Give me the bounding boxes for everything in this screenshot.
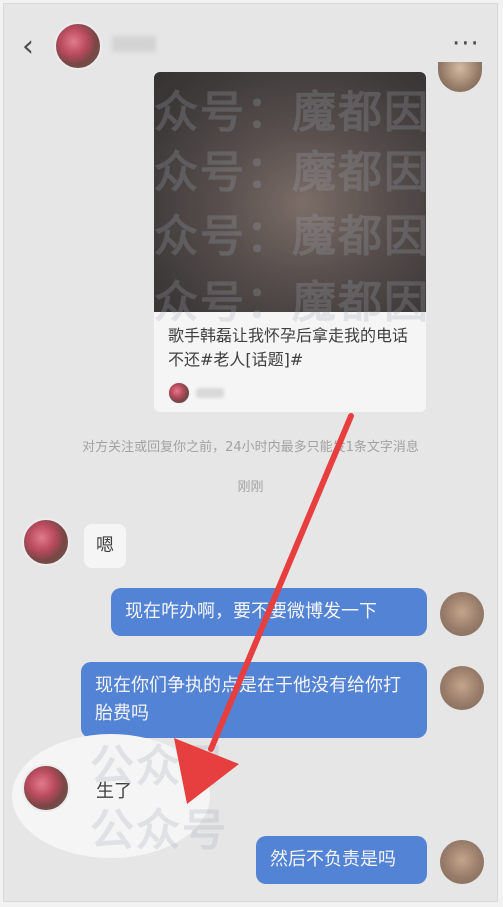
chat-screen: ‹ ··· 歌手韩磊让我怀孕后拿走我的电话不还#老人[话题]# 对方关注或回复你… [3, 3, 498, 902]
contact-avatar[interactable] [54, 22, 102, 70]
message-bubble-outgoing: 现在你们争执的点是在于他没有给你打胎费吗 [81, 662, 427, 738]
message-limit-notice: 对方关注或回复你之前，24小时内最多只能发1条文字消息 [82, 440, 419, 455]
timestamp: 刚刚 [237, 480, 264, 495]
post-author-name-blurred [196, 388, 224, 398]
message-bubble-incoming: 嗯 [84, 524, 126, 568]
post-author-avatar [168, 382, 190, 404]
contact-avatar[interactable] [22, 518, 70, 566]
contact-avatar[interactable] [22, 764, 70, 812]
back-icon[interactable]: ‹ [22, 32, 44, 62]
more-options-icon[interactable]: ··· [452, 31, 480, 57]
shared-post-card[interactable]: 歌手韩磊让我怀孕后拿走我的电话不还#老人[话题]# [154, 72, 426, 412]
post-cover-image [154, 72, 426, 312]
self-avatar[interactable] [438, 62, 482, 92]
self-avatar[interactable] [440, 592, 484, 636]
self-avatar[interactable] [440, 666, 484, 710]
message-bubble-outgoing: 然后不负责是吗 [256, 836, 427, 884]
contact-name-blurred [112, 36, 156, 52]
message-bubble-outgoing: 现在咋办啊，要不要微博发一下 [111, 588, 427, 636]
self-avatar[interactable] [440, 840, 484, 884]
message-bubble-incoming: 生了 [96, 781, 132, 802]
post-title: 歌手韩磊让我怀孕后拿走我的电话不还#老人[话题]# [168, 326, 409, 369]
